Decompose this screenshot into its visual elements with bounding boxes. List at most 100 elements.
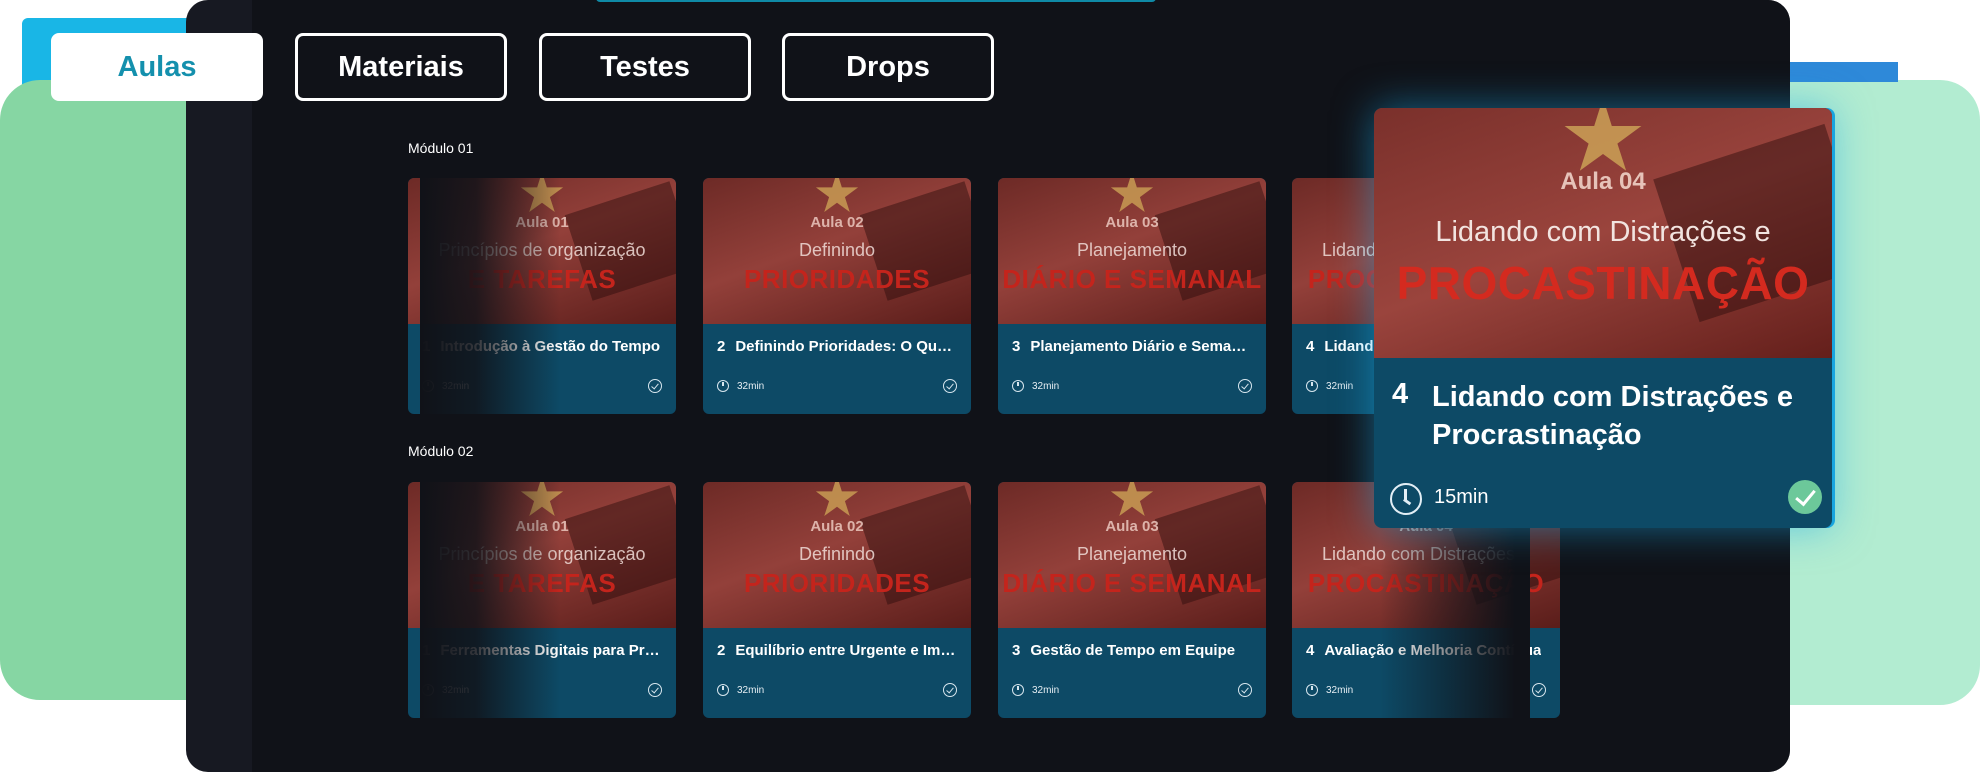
star-decoration bbox=[815, 178, 859, 213]
thumbnail-subtitle: Lidando com Distrações e bbox=[1321, 544, 1531, 564]
clock-icon bbox=[1012, 684, 1024, 696]
thumbnail-headline: E TAREFAS bbox=[467, 264, 617, 294]
lesson-number: 1 bbox=[422, 338, 431, 355]
thumbnail-headline: PROCASTINAÇÃO bbox=[1396, 257, 1810, 309]
lesson-duration: 32min bbox=[1326, 380, 1354, 392]
check-circle-icon bbox=[943, 683, 957, 697]
check-circle-icon bbox=[1238, 683, 1252, 697]
lesson-duration: 32min bbox=[737, 380, 765, 392]
thumbnail-lesson-label: Aula 03 bbox=[1105, 214, 1159, 231]
lesson-number: 2 bbox=[717, 338, 726, 355]
lesson-duration: 32min bbox=[1032, 684, 1060, 696]
lesson-number: 4 bbox=[1306, 338, 1315, 355]
featured-lesson-card[interactable]: Aula 04 Lidando com Distrações e PROCAST… bbox=[1374, 108, 1832, 528]
thumbnail-lesson-label: Aula 02 bbox=[810, 518, 864, 535]
thumbnail-headline: PROCASTINAÇÃO bbox=[1307, 568, 1545, 598]
thumbnail-lesson-label: Aula 02 bbox=[810, 214, 864, 231]
lesson-thumbnail: Aula 01 Princípios de organização E TARE… bbox=[408, 482, 676, 628]
featured-info: 4 Lidando com Distrações e Procrastinaçã… bbox=[1374, 358, 1832, 528]
lesson-info: 1 Introdução à Gestão do Tempo 32min bbox=[408, 324, 676, 414]
lesson-info: 1 Ferramentas Digitais para Produtividade… bbox=[408, 628, 676, 718]
check-circle-icon bbox=[1532, 683, 1546, 697]
star-decoration bbox=[815, 482, 859, 517]
lesson-number: 3 bbox=[1012, 642, 1021, 659]
thumbnail-lesson-label: Aula 04 bbox=[1560, 168, 1646, 195]
thumbnail-headline: PRIORIDADES bbox=[743, 264, 931, 294]
thumbnail-subtitle: Princípios de organização bbox=[438, 240, 646, 260]
thumbnail-headline: PRIORIDADES bbox=[743, 568, 931, 598]
check-circle-icon[interactable] bbox=[1788, 480, 1822, 514]
tab-aulas[interactable]: Aulas bbox=[51, 33, 263, 101]
lesson-card[interactable]: Aula 03 Planejamento DIÁRIO E SEMANAL 3P… bbox=[998, 178, 1266, 414]
module-title: Módulo 02 bbox=[408, 443, 474, 459]
tab-drops[interactable]: Drops bbox=[782, 33, 994, 101]
clock-icon bbox=[422, 684, 434, 696]
lesson-card[interactable]: Aula 03 Planejamento DIÁRIO E SEMANAL 3G… bbox=[998, 482, 1266, 718]
thumbnail-subtitle: Planejamento bbox=[1076, 240, 1188, 260]
lesson-number: 3 bbox=[1012, 338, 1021, 355]
lesson-duration: 32min bbox=[1326, 684, 1354, 696]
lesson-card[interactable]: Aula 02 Definindo PRIORIDADES 2 Definindo… bbox=[703, 178, 971, 414]
lesson-thumbnail: Aula 03 Planejamento DIÁRIO E SEMANAL bbox=[998, 482, 1266, 628]
lesson-title: Avaliação e Melhoria Contínua bbox=[1324, 642, 1542, 659]
check-circle-icon bbox=[1238, 379, 1252, 393]
clock-icon bbox=[1012, 380, 1024, 392]
check-circle-icon bbox=[648, 379, 662, 393]
star-decoration bbox=[520, 482, 564, 517]
lesson-card[interactable]: Aula 02 Definindo PRIORIDADES 2 Equilíbri… bbox=[703, 482, 971, 718]
lesson-info: 3 Planejamento Diário e Semanal 32min bbox=[998, 324, 1266, 414]
thumbnail-subtitle: Definindo bbox=[798, 240, 876, 260]
lesson-title: Lidando com Distrações e Procrastinação bbox=[1432, 381, 1793, 451]
lesson-duration: 15min bbox=[1434, 486, 1489, 508]
lesson-info: 2 Equilíbrio entre Urgente e Importante 3… bbox=[703, 628, 971, 718]
thumbnail-subtitle: Definindo bbox=[798, 544, 876, 564]
thumbnail-headline: E TAREFAS bbox=[467, 568, 617, 598]
lesson-duration: 32min bbox=[737, 684, 765, 696]
backdrop-blue-strip bbox=[1780, 62, 1898, 82]
thumbnail-lesson-label: Aula 01 bbox=[515, 518, 569, 535]
star-decoration bbox=[1110, 178, 1154, 213]
tab-materiais[interactable]: Materiais bbox=[295, 33, 507, 101]
lesson-duration: 32min bbox=[1032, 380, 1060, 392]
lesson-duration: 32min bbox=[442, 684, 470, 696]
clock-icon bbox=[1390, 483, 1422, 515]
lesson-title: Gestão de Tempo em Equipe bbox=[1030, 642, 1236, 659]
lesson-title: Introdução à Gestão do Tempo bbox=[440, 338, 661, 355]
lesson-thumbnail: Aula 02 Definindo PRIORIDADES bbox=[703, 482, 971, 628]
lesson-thumbnail: Aula 03 Planejamento DIÁRIO E SEMANAL bbox=[998, 178, 1266, 324]
lesson-title: Ferramentas Digitais para Produtividade bbox=[440, 642, 662, 659]
thumbnail-subtitle: Princípios de organização bbox=[438, 544, 646, 564]
lesson-title: Planejamento Diário e Semanal bbox=[1030, 338, 1252, 355]
thumbnail-subtitle: Planejamento bbox=[1076, 544, 1188, 564]
star-decoration bbox=[1110, 482, 1154, 517]
clock-icon bbox=[717, 380, 729, 392]
lesson-thumbnail: Aula 01 Princípios de organização E TARE… bbox=[408, 178, 676, 324]
check-circle-icon bbox=[943, 379, 957, 393]
lesson-info: 4 Avaliação e Melhoria Contínua 32min bbox=[1292, 628, 1560, 718]
lesson-title: Definindo Prioridades: O Que Importa bbox=[735, 338, 957, 355]
thumbnail-headline: DIÁRIO E SEMANAL bbox=[1002, 568, 1262, 598]
lesson-duration: 32min bbox=[442, 380, 470, 392]
lesson-number: 4 bbox=[1392, 378, 1409, 410]
clock-icon bbox=[1306, 380, 1318, 392]
lesson-number: 1 bbox=[422, 642, 431, 659]
star-decoration bbox=[520, 178, 564, 213]
thumbnail-subtitle: Lidando com Distrações e bbox=[1435, 216, 1771, 248]
thumbnail-lesson-label: Aula 03 bbox=[1105, 518, 1159, 535]
check-circle-icon bbox=[648, 683, 662, 697]
progress-bar bbox=[596, 0, 1156, 2]
lesson-number: 2 bbox=[717, 642, 726, 659]
lesson-number: 4 bbox=[1306, 642, 1315, 659]
lesson-card[interactable]: Aula 01 Princípios de organização E TARE… bbox=[408, 482, 676, 718]
thumbnail-lesson-label: Aula 01 bbox=[515, 214, 569, 231]
thumbnail-headline: DIÁRIO E SEMANAL bbox=[1002, 264, 1262, 294]
clock-icon bbox=[422, 380, 434, 392]
lesson-info: 3 Gestão de Tempo em Equipe 32min bbox=[998, 628, 1266, 718]
lesson-card[interactable]: Aula 01 Princípios de organização E TARE… bbox=[408, 178, 676, 414]
lesson-thumbnail: Aula 02 Definindo PRIORIDADES bbox=[703, 178, 971, 324]
lesson-info: 2 Definindo Prioridades: O Que Importa 32… bbox=[703, 324, 971, 414]
module-title: Módulo 01 bbox=[408, 140, 474, 156]
featured-thumbnail: Aula 04 Lidando com Distrações e PROCAST… bbox=[1374, 108, 1832, 358]
tab-testes[interactable]: Testes bbox=[539, 33, 751, 101]
lesson-title: Equilíbrio entre Urgente e Importante bbox=[735, 642, 957, 659]
